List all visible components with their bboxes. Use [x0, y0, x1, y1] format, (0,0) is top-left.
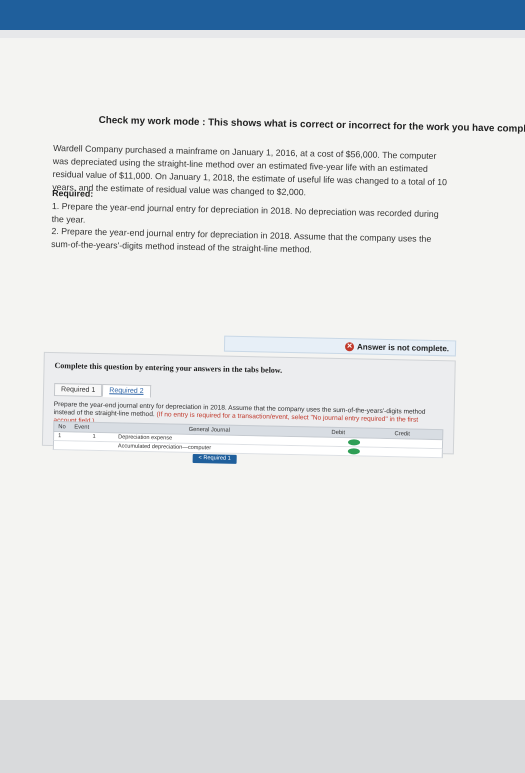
header-no: No: [54, 424, 74, 430]
top-bar: [0, 0, 525, 30]
header-event: Event: [74, 424, 114, 431]
required-1-back-button[interactable]: < Required 1: [193, 454, 237, 464]
required-title: Required:: [52, 188, 93, 199]
check-icon: [348, 448, 360, 454]
check-icon: [348, 439, 360, 445]
error-icon: ✕: [345, 342, 354, 351]
check-mode-banner: Check my work mode : This shows what is …: [99, 115, 525, 137]
tab-bar: Required 1 Required 2: [54, 383, 151, 398]
row-no: 1: [54, 433, 74, 439]
status-alert: ✕ Answer is not complete.: [224, 336, 456, 357]
page: Check my work mode : This shows what is …: [0, 0, 525, 700]
problem-text: Wardell Company purchased a mainframe on…: [52, 142, 453, 202]
top-bar-shadow: [0, 30, 525, 38]
tab-required-1[interactable]: Required 1: [54, 383, 103, 397]
required-list: 1. Prepare the year-end journal entry fo…: [51, 200, 452, 258]
header-debit: Debit: [304, 429, 372, 436]
tab-required-2[interactable]: Required 2: [102, 384, 151, 398]
header-credit: Credit: [372, 430, 432, 437]
row-event: 1: [74, 433, 114, 440]
panel-title: Complete this question by entering your …: [54, 361, 282, 375]
row-event: [74, 445, 114, 446]
alert-text: Answer is not complete.: [357, 342, 449, 353]
answer-panel: Complete this question by entering your …: [42, 352, 456, 455]
account-select[interactable]: Accumulated depreciation—computer: [114, 443, 308, 453]
question-sheet: Check my work mode : This shows what is …: [0, 58, 525, 771]
